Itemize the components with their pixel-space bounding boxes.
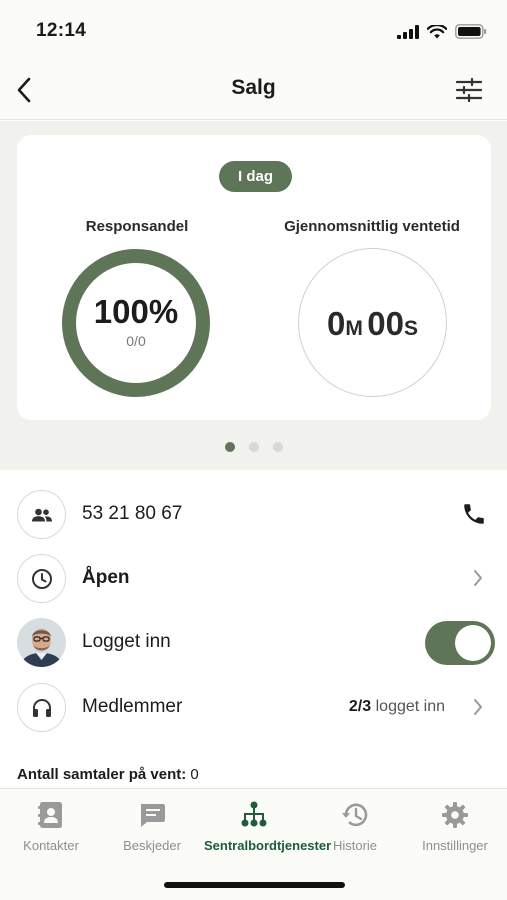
logged-in-toggle[interactable]: [425, 621, 495, 665]
message-icon: [141, 804, 165, 827]
tab-contacts[interactable]: Kontakter: [1, 799, 101, 853]
opening-hours-row[interactable]: Åpen: [0, 547, 507, 611]
avg-wait-label: Gjennomsnittlig ventetid: [284, 218, 460, 235]
status-time: 12:14: [36, 20, 87, 41]
status-bar: 12:14: [0, 0, 507, 60]
response-rate-label: Responsandel: [85, 218, 189, 235]
tab-settings[interactable]: Innstillinger: [405, 799, 505, 853]
members-count-suffix: logget inn: [375, 698, 445, 715]
contacts-icon: [38, 802, 62, 828]
page-indicator[interactable]: [0, 442, 507, 452]
logged-in-label: Logget inn: [82, 631, 171, 652]
avg-wait-value: 0M 00S: [299, 305, 446, 343]
avg-wait-minutes: 0: [326, 305, 346, 342]
cellular-signal-icon: [397, 24, 419, 39]
tab-history[interactable]: Historie: [305, 799, 405, 853]
tab-label: Kontakter: [23, 838, 79, 853]
avg-wait-minutes-unit: M: [345, 317, 363, 340]
avatar: [17, 618, 66, 667]
hours-row-icon-circle: [17, 554, 66, 603]
tab-label: Historie: [332, 838, 378, 853]
queue-status: Antall samtaler på vent: 0: [17, 766, 199, 783]
phone-icon: [464, 504, 484, 524]
members-logged-count: 2/3: [348, 698, 372, 715]
members-count: 2/3 logget inn: [349, 698, 445, 716]
chevron-right-icon: [474, 699, 482, 715]
stats-carousel[interactable]: I dag Responsandel 100% 0/0 Gjennomsnitt…: [0, 121, 507, 470]
battery-icon: [455, 24, 487, 39]
members-row-icon-circle: [17, 683, 66, 732]
avg-wait-seconds-unit: S: [404, 317, 419, 340]
group-icon: [31, 508, 52, 521]
page-dot-3[interactable]: [272, 442, 283, 452]
logged-in-row: Logget inn: [0, 611, 507, 675]
phone-number: 53 21 80 67: [82, 503, 183, 524]
tab-switchboard[interactable]: Sentralbordtjenester: [204, 799, 332, 853]
gear-icon: [442, 802, 468, 828]
members-row[interactable]: Medlemmer 2/3 logget inn: [0, 676, 507, 740]
home-indicator: [164, 882, 345, 888]
response-rate-value: 100%: [93, 293, 179, 330]
org-chart-icon: [241, 801, 267, 827]
avg-wait-seconds: 00: [367, 305, 404, 342]
queue-label: Antall samtaler på vent:: [17, 766, 187, 783]
tab-messages[interactable]: Beskjeder: [102, 799, 202, 853]
page-dot-1[interactable]: [224, 442, 235, 452]
filter-button[interactable]: [453, 74, 485, 106]
avg-wait-ring: 0M 00S: [298, 248, 447, 397]
headset-icon: [32, 698, 51, 717]
wifi-icon: [427, 24, 447, 38]
period-badge: I dag: [219, 161, 292, 192]
queue-value: 0: [190, 766, 199, 783]
chevron-right-icon: [474, 570, 482, 586]
nav-bar: Salg: [0, 60, 507, 120]
page-dot-2[interactable]: [248, 442, 259, 452]
page-title: Salg: [231, 76, 276, 99]
tune-icon: [456, 78, 482, 102]
tab-label: Sentralbordtjenester: [204, 838, 332, 853]
tab-label: Beskjeder: [123, 838, 181, 853]
tab-label: Innstillinger: [422, 838, 488, 853]
phone-row[interactable]: 53 21 80 67: [0, 483, 507, 547]
response-rate-detail: 0/0: [126, 333, 146, 349]
status-icons: [397, 24, 487, 39]
clock-icon: [31, 568, 52, 589]
phone-row-icon-circle: [17, 490, 66, 539]
toggle-knob: [455, 625, 491, 661]
stats-card: I dag Responsandel 100% 0/0 Gjennomsnitt…: [17, 135, 491, 420]
response-rate-ring: 100% 0/0: [61, 248, 211, 398]
opening-status: Åpen: [82, 567, 130, 588]
call-button[interactable]: [461, 501, 487, 532]
history-icon: [342, 803, 368, 827]
members-label: Medlemmer: [82, 696, 183, 717]
